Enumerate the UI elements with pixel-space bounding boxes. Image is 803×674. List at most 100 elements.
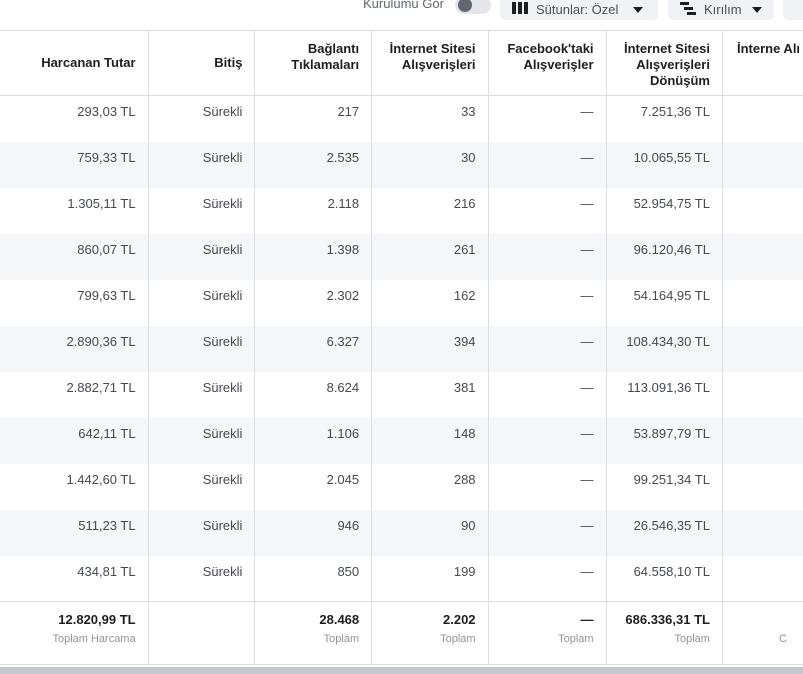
conversion-value-cell: 53.897,79 TL <box>606 417 723 464</box>
more-button[interactable] <box>783 0 803 20</box>
end-cell: Sürekli <box>148 325 256 372</box>
total-label: Toplam Harcama <box>52 633 136 645</box>
horizontal-scrollbar[interactable] <box>0 667 803 674</box>
facebook-purchases-cell: — <box>488 371 607 418</box>
website-purchases-cell: 381 <box>371 371 489 418</box>
table-row[interactable]: 799,63 TL Sürekli 2.302 162—54.164,95 TL <box>0 279 803 326</box>
table-row[interactable]: 2.890,36 TL Sürekli 6.327 394—108.434,30 TL <box>0 325 803 372</box>
total-spend-cell: 12.820,99 TL Toplam Harcama <box>0 601 149 665</box>
spend-cell: 1.305,11 TL <box>0 187 149 234</box>
table-row[interactable]: 642,11 TL Sürekli 1.106 148—53.897,79 TL <box>0 417 803 464</box>
link-clicks-cell: 2.302 <box>254 279 373 326</box>
truncated-cell <box>722 280 803 326</box>
setup-toggle[interactable] <box>455 0 491 14</box>
conversion-value-cell: 96.120,46 TL <box>606 233 723 280</box>
total-value: — <box>580 612 594 627</box>
link-clicks-cell: 850 <box>254 555 373 602</box>
website-purchases-cell: 288 <box>371 463 489 510</box>
end-cell: Sürekli <box>148 141 256 188</box>
website-purchases-cell: 394 <box>371 325 489 372</box>
conversion-value-cell: 99.251,34 TL <box>606 463 723 510</box>
table-row[interactable]: 434,81 TL Sürekli 850 199—64.558,10 TL <box>0 555 803 602</box>
setup-label: Kurulumu Gör <box>363 0 444 11</box>
website-purchases-cell: 30 <box>371 141 489 188</box>
total-label: Toplam <box>323 633 360 645</box>
end-cell: Sürekli <box>148 509 256 556</box>
table-row[interactable]: 1.305,11 TL Sürekli 2.118 216—52.954,75 TL <box>0 187 803 234</box>
col-header-truncated[interactable]: İnterne Alı F <box>722 30 803 96</box>
conversion-value-cell: 26.546,35 TL <box>606 509 723 556</box>
conversion-value-cell: 7.251,36 TL <box>606 95 723 142</box>
facebook-purchases-cell: — <box>488 141 607 188</box>
table-row[interactable]: 2.882,71 TL Sürekli 8.624 381—113.091,36 TL <box>0 371 803 418</box>
total-value <box>161 612 243 628</box>
spend-cell: 1.442,60 TL <box>0 463 149 510</box>
facebook-purchases-cell: — <box>488 325 607 372</box>
website-purchases-cell: 261 <box>371 233 489 280</box>
table-row[interactable]: 860,07 TL Sürekli 1.398 261—96.120,46 TL <box>0 233 803 280</box>
table-totals-row: 12.820,99 TL Toplam Harcama 28.468 Toplam 2.… <box>0 601 803 665</box>
total-value: 12.820,99 TL <box>58 612 136 627</box>
link-clicks-cell: 8.624 <box>254 371 373 418</box>
website-purchases-cell: 148 <box>371 417 489 464</box>
col-header-website-purchases[interactable]: İnternet Sitesi Alışverişleri <box>371 30 489 96</box>
col-header-link-clicks[interactable]: Bağlantı Tıklamaları <box>254 30 373 96</box>
truncated-cell <box>722 233 803 280</box>
total-conversion-value-cell: 686.336,31 TL Toplam <box>606 601 723 665</box>
table-row[interactable]: 1.442,60 TL Sürekli 2.045 288—99.251,34 TL <box>0 463 803 510</box>
breakdown-icon <box>680 2 696 19</box>
website-purchases-cell: 90 <box>371 509 489 556</box>
conversion-value-cell: 64.558,10 TL <box>606 555 723 602</box>
website-purchases-cell: 33 <box>371 95 489 142</box>
spend-cell: 642,11 TL <box>0 417 149 464</box>
breakdown-label: Kırılım <box>704 2 742 17</box>
conversion-value-cell: 52.954,75 TL <box>606 187 723 234</box>
facebook-purchases-cell: — <box>488 555 607 602</box>
link-clicks-cell: 217 <box>254 95 373 142</box>
table-row[interactable]: 293,03 TL Sürekli 217 33—7.251,36 TL <box>0 95 803 142</box>
total-end-cell <box>148 601 256 665</box>
chevron-down-icon <box>633 7 643 13</box>
chevron-down-icon <box>752 7 762 13</box>
end-cell: Sürekli <box>148 463 256 510</box>
total-truncated-cell: C <box>722 601 803 665</box>
columns-button[interactable]: Sütunlar: Özel <box>500 0 658 20</box>
end-cell: Sürekli <box>148 279 256 326</box>
columns-icon <box>512 2 528 17</box>
table-row[interactable]: 759,33 TL Sürekli 2.535 30—10.065,55 TL <box>0 141 803 188</box>
col-header-facebook-purchases[interactable]: Facebook'taki Alışverişler <box>488 30 607 96</box>
spend-cell: 511,23 TL <box>0 509 149 556</box>
end-cell: Sürekli <box>148 555 256 602</box>
total-label: Toplam <box>674 633 710 645</box>
col-header-spend[interactable]: Harcanan Tutar <box>0 30 149 96</box>
website-purchases-cell: 216 <box>371 187 489 234</box>
total-facebook-purchases-cell: — Toplam <box>488 601 607 665</box>
toggle-knob <box>458 0 472 12</box>
spend-cell: 759,33 TL <box>0 141 149 188</box>
breakdown-button[interactable]: Kırılım <box>668 0 774 20</box>
spend-cell: 434,81 TL <box>0 555 149 602</box>
table-row[interactable]: 511,23 TL Sürekli 946 90—26.546,35 TL <box>0 509 803 556</box>
end-cell: Sürekli <box>148 95 256 142</box>
link-clicks-cell: 1.106 <box>254 417 373 464</box>
website-purchases-cell: 162 <box>371 279 489 326</box>
link-clicks-cell: 2.535 <box>254 141 373 188</box>
truncated-cell <box>722 372 803 418</box>
facebook-purchases-cell: — <box>488 233 607 280</box>
link-clicks-cell: 2.045 <box>254 463 373 510</box>
col-header-end[interactable]: Bitiş <box>148 30 256 96</box>
conversion-value-cell: 113.091,36 TL <box>606 371 723 418</box>
truncated-cell <box>722 464 803 510</box>
facebook-purchases-cell: — <box>488 417 607 464</box>
facebook-purchases-cell: — <box>488 279 607 326</box>
col-header-website-purchase-conversion[interactable]: İnternet Sitesi Alışverişleri Dönüşüm <box>606 30 723 96</box>
truncated-cell <box>722 188 803 234</box>
end-cell: Sürekli <box>148 371 256 418</box>
truncated-cell <box>722 556 803 602</box>
facebook-purchases-cell: — <box>488 187 607 234</box>
conversion-value-cell: 10.065,55 TL <box>606 141 723 188</box>
total-value: 2.202 <box>443 612 476 627</box>
truncated-cell <box>722 325 803 372</box>
truncated-cell <box>722 509 803 556</box>
end-cell: Sürekli <box>148 233 256 280</box>
